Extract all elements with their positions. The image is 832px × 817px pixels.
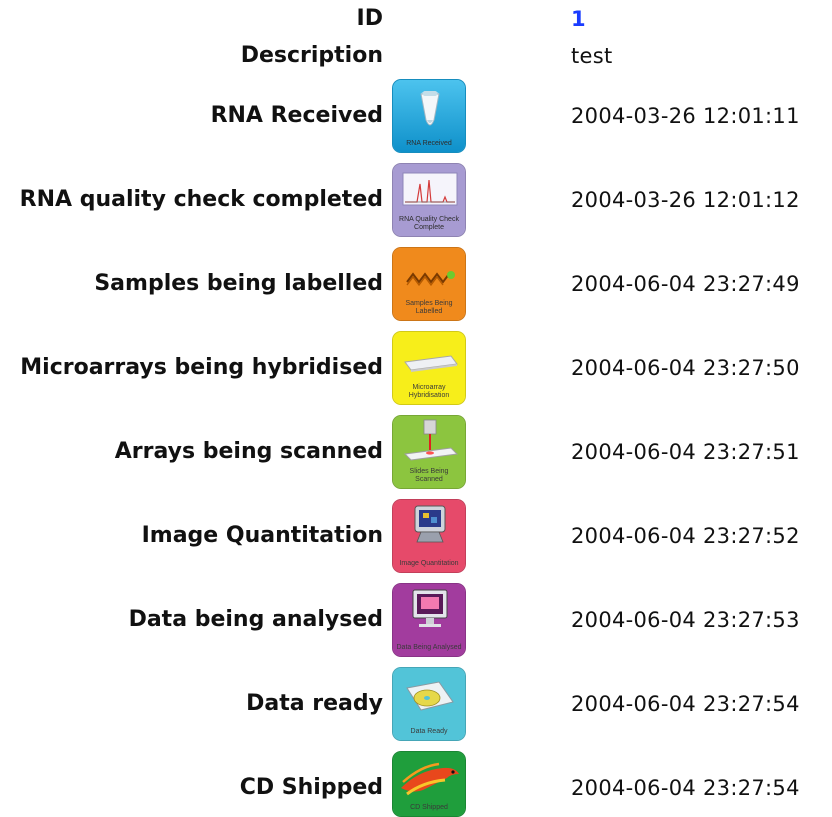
tile-caption: Data Being Analysed — [396, 644, 462, 651]
labelling-wave-icon: Samples Being Labelled — [392, 247, 466, 321]
tile-caption: CD Shipped — [410, 804, 448, 811]
stage-label-cd-shipped: CD Shipped — [239, 775, 383, 800]
tile-caption: Slides Being Scanned — [409, 468, 449, 483]
rna-tube-icon: RNA Received — [392, 79, 466, 153]
microarray-slide-icon: Microarray Hybridisation — [392, 331, 466, 405]
stage-timestamp: 2004-06-04 23:27:53 — [571, 608, 800, 632]
tile-caption: Image Quantitation — [399, 560, 459, 567]
monitor-icon: Image Quantitation — [392, 499, 466, 573]
stage-label-rna-received: RNA Received — [210, 103, 383, 128]
stage-timestamp: 2004-06-04 23:27:51 — [571, 440, 800, 464]
description-value: test — [571, 44, 613, 68]
id-value: 1 — [571, 6, 586, 32]
stage-timestamp: 2004-03-26 12:01:12 — [571, 188, 800, 212]
laser-scanner-icon: Slides Being Scanned — [392, 415, 466, 489]
id-link[interactable]: 1 — [571, 7, 586, 31]
stage-label-rna-quality: RNA quality check completed — [19, 187, 383, 212]
quality-graph-icon: RNA Quality Check Complete — [392, 163, 466, 237]
stage-timestamp: 2004-06-04 23:27:54 — [571, 692, 800, 716]
stage-label-image-quantitation: Image Quantitation — [141, 523, 383, 548]
stage-timestamp: 2004-06-04 23:27:54 — [571, 776, 800, 800]
cd-folder-icon: Data Ready — [392, 667, 466, 741]
tile-caption: RNA Received — [406, 140, 452, 147]
stage-timestamp: 2004-06-04 23:27:50 — [571, 356, 800, 380]
stage-timestamp: 2004-03-26 12:01:11 — [571, 104, 800, 128]
stage-label-microarrays-hybridised: Microarrays being hybridised — [20, 355, 383, 380]
computer-analysis-icon: Data Being Analysed — [392, 583, 466, 657]
tile-caption: RNA Quality Check Complete — [399, 216, 459, 231]
description-label: Description — [240, 43, 383, 68]
tile-caption: Samples Being Labelled — [405, 300, 453, 315]
stage-label-data-analysed: Data being analysed — [128, 607, 383, 632]
stage-label-arrays-scanned: Arrays being scanned — [114, 439, 383, 464]
stage-timestamp: 2004-06-04 23:27:49 — [571, 272, 800, 296]
id-label: ID — [356, 6, 383, 31]
stage-timestamp: 2004-06-04 23:27:52 — [571, 524, 800, 548]
stage-label-samples-labelled: Samples being labelled — [94, 271, 383, 296]
eagle-icon: CD Shipped — [392, 751, 466, 817]
tile-caption: Microarray Hybridisation — [408, 384, 450, 399]
tile-caption: Data Ready — [410, 728, 448, 735]
stage-label-data-ready: Data ready — [246, 691, 383, 716]
